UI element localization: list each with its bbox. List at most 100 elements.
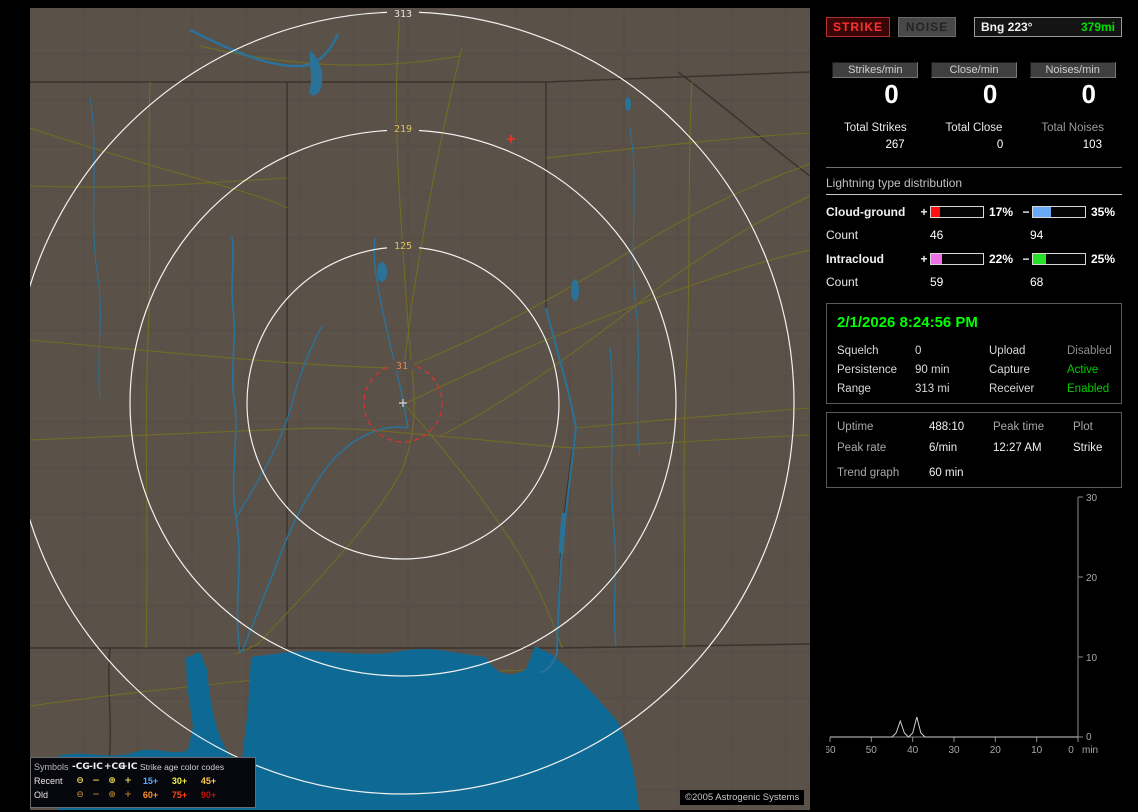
intracloud-label: Intracloud <box>826 252 885 266</box>
cg-negative-percent: 35% <box>1091 205 1116 219</box>
pos-ic-symbol-recent: + <box>124 776 132 786</box>
persistence-label: Persistence <box>837 364 898 376</box>
legend-col-neg-cg: -CG <box>72 762 90 772</box>
noise-mode-button[interactable]: NOISE <box>898 17 956 37</box>
ring-label-31: 31 <box>396 361 408 372</box>
pos-cg-symbol-recent: ⊕ <box>108 776 116 786</box>
status-panel: 2/1/2026 8:24:56 PM Squelch 0 Upload Dis… <box>826 303 1122 404</box>
total-noises-label: Total Noises <box>1041 122 1104 134</box>
trend-graph: 30 20 10 0 60 50 40 30 20 10 0 min <box>826 493 1098 756</box>
close-per-min-value: 0 <box>982 79 998 109</box>
neg-cg-symbol-recent: ⊖ <box>76 776 84 786</box>
age-45-label: 45+ <box>200 776 217 786</box>
ic-negative-percent: 25% <box>1091 252 1116 266</box>
ic-count-label: Count <box>826 275 859 289</box>
pos-cg-symbol-old: ⊕ <box>108 790 116 800</box>
range-value: 313 mi <box>915 383 950 395</box>
squelch-label: Squelch <box>837 345 879 357</box>
bearing-indicator: Bng 223° 379mi <box>974 17 1122 37</box>
cloud-ground-count-row: Count 46 94 <box>826 228 1122 242</box>
strikes-per-min-value: 0 <box>884 79 899 109</box>
sidebar: STRIKE NOISE Bng 223° 379mi Strikes/min … <box>818 8 1130 808</box>
ic-positive-bar <box>930 253 984 265</box>
totals-row: Total Strikes 267 Total Close 0 Total No… <box>826 122 1122 151</box>
peak-time-value: 12:27 AM <box>993 442 1042 454</box>
x-tick-20: 20 <box>990 745 1002 756</box>
cg-positive-bar <box>930 206 984 218</box>
pos-ic-symbol-old: + <box>124 790 132 800</box>
receiver-label: Receiver <box>989 383 1035 395</box>
ic-negative-count: 68 <box>1030 275 1044 289</box>
bearing-distance-value: 379mi <box>1080 20 1115 34</box>
legend-recent-label: Recent <box>34 776 63 786</box>
x-axis-unit: min <box>1082 745 1098 756</box>
peak-time-label: Peak time <box>993 421 1045 433</box>
plot-label: Plot <box>1073 421 1093 433</box>
plot-value: Strike <box>1073 442 1103 454</box>
legend-col-pos-cg: +CG <box>104 762 126 772</box>
legend-col-neg-ic: -IC <box>89 762 103 772</box>
upload-label: Upload <box>989 345 1026 357</box>
total-noises-value: 103 <box>1082 139 1102 151</box>
legend-age-title: Strike age color codes <box>140 762 225 772</box>
bearing-value: Bng 223° <box>981 20 1033 34</box>
noises-per-min-chip: Noises/min <box>1029 62 1116 78</box>
map-canvas: 313 219 125 31 <box>30 8 810 810</box>
y-tick-30: 30 <box>1086 493 1098 504</box>
trend-graph-label: Trend graph <box>837 467 900 479</box>
trend-graph-window: 60 min <box>929 467 964 479</box>
x-tick-0: 0 <box>1068 745 1074 756</box>
distribution-title: Lightning type distribution <box>826 176 1122 195</box>
cg-count-label: Count <box>826 228 859 242</box>
range-label: Range <box>837 383 871 395</box>
mode-button-row: STRIKE NOISE Bng 223° 379mi <box>826 16 1122 38</box>
x-tick-40: 40 <box>907 745 919 756</box>
age-30-label: 30+ <box>171 776 188 786</box>
squelch-value: 0 <box>915 345 922 357</box>
strikes-per-min-chip: Strikes/min <box>832 62 919 78</box>
total-strikes-value: 267 <box>885 139 905 151</box>
legend-old-label: Old <box>34 790 49 800</box>
uptime-label: Uptime <box>837 421 874 433</box>
plus-sign: + <box>920 205 928 219</box>
ic-negative-bar <box>1032 253 1086 265</box>
close-per-min-chip: Close/min <box>930 62 1017 78</box>
neg-ic-symbol-recent: − <box>92 776 100 786</box>
minus-sign: − <box>1022 252 1030 266</box>
cg-negative-count: 94 <box>1030 228 1044 242</box>
divider <box>826 167 1122 168</box>
ring-label-125: 125 <box>394 241 412 252</box>
intracloud-count-row: Count 59 68 <box>826 275 1122 289</box>
neg-cg-symbol-old: ⊖ <box>76 790 84 800</box>
persistence-value: 90 min <box>915 364 950 376</box>
strike-rate-line <box>830 716 1078 738</box>
age-90-label: 90+ <box>200 790 217 800</box>
total-close-value: 0 <box>996 139 1004 151</box>
strike-mode-button[interactable]: STRIKE <box>826 17 890 37</box>
minus-sign: − <box>1022 205 1030 219</box>
datetime-display: 2/1/2026 8:24:56 PM <box>837 314 978 331</box>
map-legend: Symbols -CG -IC +CG +IC Strike age color… <box>30 757 256 808</box>
x-tick-60: 60 <box>826 745 836 756</box>
copyright-notice: ©2005 Astrogenic Systems <box>680 790 805 805</box>
ic-positive-count: 59 <box>930 275 944 289</box>
peak-rate-label: Peak rate <box>837 442 887 454</box>
upload-status: Disabled <box>1067 345 1112 357</box>
uptime-value: 488:10 <box>929 421 965 433</box>
legend-symbols-label: Symbols <box>34 762 69 772</box>
stats-panel: Uptime 488:10 Peak time Plot Peak rate 6… <box>826 412 1122 488</box>
cg-negative-bar <box>1032 206 1086 218</box>
y-tick-20: 20 <box>1086 573 1098 584</box>
nexstorm-app-window: 313 219 125 31 Symbols -CG -IC +CG +IC S… <box>0 0 1138 812</box>
receiver-status: Enabled <box>1067 383 1110 395</box>
noises-per-min-value: 0 <box>1081 79 1096 109</box>
lightning-map[interactable]: 313 219 125 31 Symbols -CG -IC +CG +IC S… <box>30 8 810 810</box>
x-tick-10: 10 <box>1031 745 1043 756</box>
plus-sign: + <box>920 252 928 266</box>
age-75-label: 75+ <box>171 790 188 800</box>
legend-col-pos-ic: +IC <box>120 762 138 772</box>
age-60-label: 60+ <box>142 790 159 800</box>
capture-status: Active <box>1067 364 1099 376</box>
rate-counters: Strikes/min 0 Close/min 0 Noises/min 0 <box>826 62 1122 110</box>
intracloud-row: Intracloud + 22% − 25% <box>826 252 1122 266</box>
